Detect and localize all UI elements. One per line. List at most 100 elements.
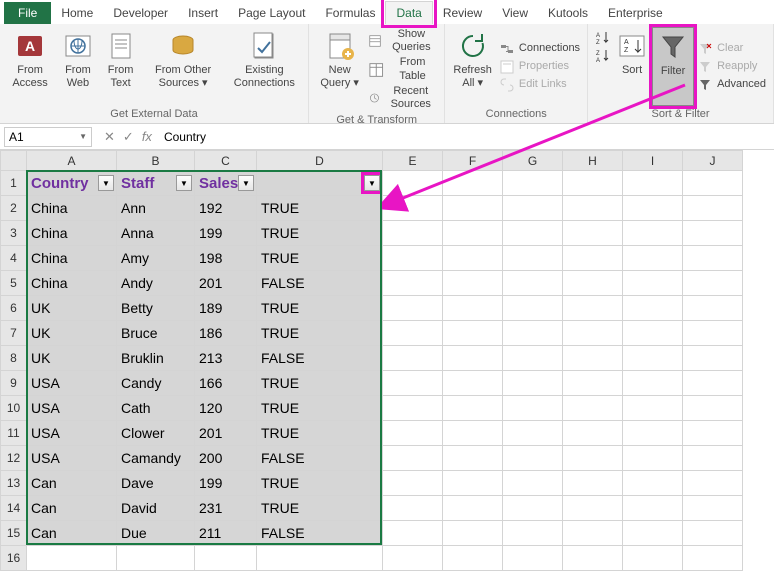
- cell[interactable]: 201: [195, 271, 257, 296]
- cell[interactable]: [443, 371, 503, 396]
- filter-button[interactable]: Filter: [652, 27, 694, 106]
- from-table-button[interactable]: From Table: [366, 55, 440, 83]
- filter-dropdown-icon[interactable]: ▼: [176, 175, 192, 191]
- cell[interactable]: [563, 421, 623, 446]
- cell[interactable]: [683, 271, 743, 296]
- cell[interactable]: Betty: [117, 296, 195, 321]
- row-header[interactable]: 15: [1, 521, 27, 546]
- col-header-c[interactable]: C: [195, 151, 257, 171]
- recent-sources-button[interactable]: Recent Sources: [366, 84, 440, 112]
- cell[interactable]: 199: [195, 471, 257, 496]
- row-header[interactable]: 16: [1, 546, 27, 571]
- cell[interactable]: UK: [27, 321, 117, 346]
- cell[interactable]: TRUE: [257, 196, 383, 221]
- cell[interactable]: USA: [27, 446, 117, 471]
- cell[interactable]: Camandy: [117, 446, 195, 471]
- cell[interactable]: [443, 196, 503, 221]
- cell[interactable]: Cath: [117, 396, 195, 421]
- cell[interactable]: [443, 246, 503, 271]
- row-header[interactable]: 10: [1, 396, 27, 421]
- cell[interactable]: [623, 221, 683, 246]
- cell[interactable]: [443, 496, 503, 521]
- cell[interactable]: [443, 446, 503, 471]
- row-header[interactable]: 3: [1, 221, 27, 246]
- cell[interactable]: [563, 396, 623, 421]
- cell[interactable]: [503, 446, 563, 471]
- name-box[interactable]: A1 ▼: [4, 127, 92, 147]
- cell[interactable]: [563, 371, 623, 396]
- cell[interactable]: [195, 546, 257, 571]
- cell[interactable]: [503, 246, 563, 271]
- cell[interactable]: China: [27, 196, 117, 221]
- advanced-button[interactable]: Advanced: [694, 76, 769, 94]
- cell[interactable]: [383, 346, 443, 371]
- row-header[interactable]: 13: [1, 471, 27, 496]
- cell[interactable]: Can: [27, 471, 117, 496]
- sort-button[interactable]: AZ Sort: [612, 27, 652, 106]
- cell[interactable]: FALSE: [257, 271, 383, 296]
- cell[interactable]: [563, 471, 623, 496]
- cell[interactable]: [563, 271, 623, 296]
- cell[interactable]: [623, 396, 683, 421]
- cell[interactable]: [503, 271, 563, 296]
- row-header[interactable]: 8: [1, 346, 27, 371]
- cell[interactable]: Staff▼: [117, 171, 195, 196]
- cell[interactable]: [623, 521, 683, 546]
- cell[interactable]: [623, 371, 683, 396]
- cell[interactable]: Can: [27, 496, 117, 521]
- cell[interactable]: FALSE: [257, 346, 383, 371]
- cell[interactable]: [563, 446, 623, 471]
- cell[interactable]: [383, 196, 443, 221]
- cell[interactable]: TRUE: [257, 246, 383, 271]
- col-header-a[interactable]: A: [27, 151, 117, 171]
- cell[interactable]: UK: [27, 346, 117, 371]
- cell[interactable]: 200: [195, 446, 257, 471]
- cell[interactable]: [683, 396, 743, 421]
- refresh-all-button[interactable]: Refresh All ▾: [449, 27, 496, 106]
- col-header-i[interactable]: I: [623, 151, 683, 171]
- col-header-g[interactable]: G: [503, 151, 563, 171]
- cell[interactable]: [563, 321, 623, 346]
- cell[interactable]: [623, 346, 683, 371]
- cell[interactable]: USA: [27, 371, 117, 396]
- reapply-button[interactable]: Reapply: [694, 58, 769, 76]
- spreadsheet-grid[interactable]: ABCDEFGHIJ1Country▼Staff▼Sales▼▼2ChinaAn…: [0, 150, 743, 571]
- cell[interactable]: TRUE: [257, 396, 383, 421]
- cell[interactable]: [503, 346, 563, 371]
- cell[interactable]: 231: [195, 496, 257, 521]
- row-header[interactable]: 11: [1, 421, 27, 446]
- col-header-d[interactable]: D: [257, 151, 383, 171]
- cell[interactable]: [623, 421, 683, 446]
- cell[interactable]: Due: [117, 521, 195, 546]
- cell[interactable]: ▼: [257, 171, 383, 196]
- cell[interactable]: [503, 221, 563, 246]
- cancel-formula-icon[interactable]: ✕: [104, 129, 115, 145]
- cell[interactable]: 189: [195, 296, 257, 321]
- tab-data[interactable]: Data: [385, 1, 432, 24]
- cell[interactable]: [683, 371, 743, 396]
- cell[interactable]: Clower: [117, 421, 195, 446]
- cell[interactable]: [563, 521, 623, 546]
- tab-review[interactable]: Review: [433, 2, 492, 24]
- cell[interactable]: [623, 246, 683, 271]
- cell[interactable]: [117, 546, 195, 571]
- cell[interactable]: [443, 546, 503, 571]
- cell[interactable]: [443, 321, 503, 346]
- cell[interactable]: [503, 496, 563, 521]
- cell[interactable]: [683, 471, 743, 496]
- cell[interactable]: [623, 271, 683, 296]
- cell[interactable]: 199: [195, 221, 257, 246]
- cell[interactable]: Andy: [117, 271, 195, 296]
- cell[interactable]: FALSE: [257, 521, 383, 546]
- cell[interactable]: USA: [27, 396, 117, 421]
- accept-formula-icon[interactable]: ✓: [123, 129, 134, 145]
- cell[interactable]: [623, 196, 683, 221]
- cell[interactable]: [563, 296, 623, 321]
- row-header[interactable]: 1: [1, 171, 27, 196]
- show-queries-button[interactable]: Show Queries: [366, 27, 440, 55]
- from-web-button[interactable]: From Web: [56, 27, 100, 106]
- cell[interactable]: Ann: [117, 196, 195, 221]
- cell[interactable]: [383, 471, 443, 496]
- cell[interactable]: [683, 246, 743, 271]
- row-header[interactable]: 2: [1, 196, 27, 221]
